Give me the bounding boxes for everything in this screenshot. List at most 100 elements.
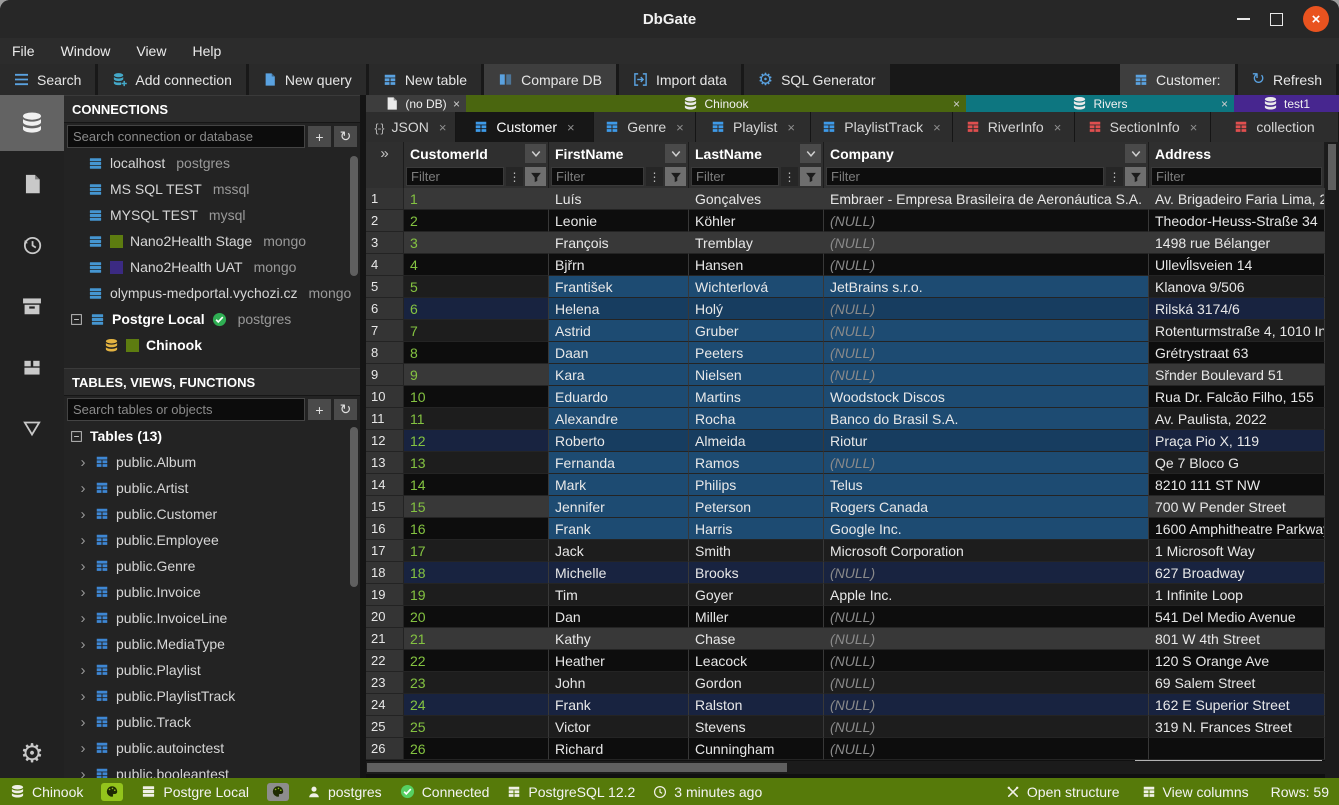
cell-company[interactable]: (NULL) — [824, 650, 1149, 672]
row-number[interactable]: 15 — [366, 496, 404, 518]
row-number[interactable]: 2 — [366, 210, 404, 232]
cell-customerid[interactable]: 18 — [404, 562, 549, 584]
table-item[interactable]: ›public.Album — [64, 449, 360, 475]
column-header-customerid[interactable]: CustomerId — [404, 142, 549, 165]
cell-address[interactable]: 541 Del Medio Avenue — [1149, 606, 1325, 628]
filter-input-address[interactable] — [1151, 167, 1322, 186]
status-item-postgresql-12-2[interactable]: PostgreSQL 12.2 — [507, 784, 635, 800]
cell-address[interactable]: Rua Dr. Falcăo Filho, 155 — [1149, 386, 1325, 408]
cell-company[interactable]: (NULL) — [824, 738, 1149, 760]
row-number[interactable]: 25 — [366, 716, 404, 738]
close-icon[interactable]: × — [567, 120, 575, 135]
cell-lastname[interactable]: Harris — [689, 518, 824, 540]
table-item[interactable]: ›public.Artist — [64, 475, 360, 501]
row-number[interactable]: 12 — [366, 430, 404, 452]
cell-company[interactable]: (NULL) — [824, 628, 1149, 650]
cell-customerid[interactable]: 24 — [404, 694, 549, 716]
tab-group-test1[interactable]: test1 — [1234, 95, 1339, 112]
cell-lastname[interactable]: Hansen — [689, 254, 824, 276]
cell-lastname[interactable]: Peeters — [689, 342, 824, 364]
toolbar-button-search[interactable]: Search — [0, 64, 95, 95]
cell-lastname[interactable]: Smith — [689, 540, 824, 562]
sidebar-item-settings[interactable]: ⚙ — [0, 725, 64, 781]
chevron-right-icon[interactable]: › — [78, 740, 88, 757]
cell-firstname[interactable]: Alexandre — [549, 408, 689, 430]
cell-company[interactable]: (NULL) — [824, 364, 1149, 386]
table-item[interactable]: ›public.autoinctest — [64, 735, 360, 761]
toolbar-button-add-connection[interactable]: Add connection — [98, 64, 246, 95]
cell-lastname[interactable]: Chase — [689, 628, 824, 650]
add-connection-icon-button[interactable]: + — [308, 126, 331, 147]
cell-customerid[interactable]: 3 — [404, 232, 549, 254]
row-number[interactable]: 8 — [366, 342, 404, 364]
cell-company[interactable]: Rogers Canada — [824, 496, 1149, 518]
chevron-right-icon[interactable]: › — [78, 766, 88, 779]
row-number[interactable]: 1 — [366, 188, 404, 210]
status-item-badge[interactable] — [101, 783, 123, 801]
cell-lastname[interactable]: Gonçalves — [689, 188, 824, 210]
toolbar-button-refresh[interactable]: ↻Refresh — [1238, 64, 1336, 95]
table-item[interactable]: ›public.Employee — [64, 527, 360, 553]
close-icon[interactable]: × — [1221, 97, 1228, 111]
cell-firstname[interactable]: Jennifer — [549, 496, 689, 518]
cell-customerid[interactable]: 12 — [404, 430, 549, 452]
cell-firstname[interactable]: Leonie — [549, 210, 689, 232]
filter-funnel-button[interactable] — [525, 167, 546, 186]
cell-address[interactable] — [1149, 738, 1325, 760]
sidebar-item-archive[interactable] — [0, 278, 64, 334]
cell-firstname[interactable]: Roberto — [549, 430, 689, 452]
filter-menu-button[interactable]: ⋮ — [646, 167, 663, 186]
row-number[interactable]: 6 — [366, 298, 404, 320]
status-item-chinook[interactable]: Chinook — [10, 784, 83, 800]
cell-lastname[interactable]: Goyer — [689, 584, 824, 606]
cell-customerid[interactable]: 20 — [404, 606, 549, 628]
cell-company[interactable]: Banco do Brasil S.A. — [824, 408, 1149, 430]
cell-firstname[interactable]: Mark — [549, 474, 689, 496]
cell-firstname[interactable]: Michelle — [549, 562, 689, 584]
cell-lastname[interactable]: Martins — [689, 386, 824, 408]
cell-customerid[interactable]: 7 — [404, 320, 549, 342]
cell-lastname[interactable]: Nielsen — [689, 364, 824, 386]
cell-firstname[interactable]: Eduardo — [549, 386, 689, 408]
cell-firstname[interactable]: Tim — [549, 584, 689, 606]
cell-firstname[interactable]: Kara — [549, 364, 689, 386]
chevron-right-icon[interactable]: › — [78, 584, 88, 601]
status-item-3-minutes-ago[interactable]: 3 minutes ago — [653, 784, 762, 800]
cell-customerid[interactable]: 13 — [404, 452, 549, 474]
cell-customerid[interactable]: 15 — [404, 496, 549, 518]
cell-customerid[interactable]: 17 — [404, 540, 549, 562]
tab-riverinfo[interactable]: RiverInfo× — [953, 112, 1075, 142]
cell-customerid[interactable]: 4 — [404, 254, 549, 276]
sidebar-item-connections[interactable] — [0, 95, 64, 151]
cell-firstname[interactable]: François — [549, 232, 689, 254]
cell-customerid[interactable]: 14 — [404, 474, 549, 496]
cell-lastname[interactable]: Stevens — [689, 716, 824, 738]
cell-company[interactable]: (NULL) — [824, 254, 1149, 276]
tab-group--no-DB-[interactable]: (no DB)× — [366, 95, 466, 112]
cell-firstname[interactable]: Frank — [549, 694, 689, 716]
cell-lastname[interactable]: Miller — [689, 606, 824, 628]
cell-customerid[interactable]: 25 — [404, 716, 549, 738]
tab-group-Chinook[interactable]: Chinook× — [466, 95, 966, 112]
cell-company[interactable]: Google Inc. — [824, 518, 1149, 540]
cell-company[interactable]: (NULL) — [824, 210, 1149, 232]
refresh-connections-button[interactable]: ↻ — [334, 126, 357, 147]
connection-item[interactable]: olympus-medportal.vychozi.czmongo — [64, 280, 360, 306]
cell-firstname[interactable]: Kathy — [549, 628, 689, 650]
cell-firstname[interactable]: Helena — [549, 298, 689, 320]
column-dropdown-button[interactable] — [525, 144, 546, 163]
table-item[interactable]: ›public.Playlist — [64, 657, 360, 683]
cell-lastname[interactable]: Cunningham — [689, 738, 824, 760]
cell-address[interactable]: Rotenturmstraße 4, 1010 Innere Stadt — [1149, 320, 1325, 342]
cell-company[interactable]: (NULL) — [824, 562, 1149, 584]
row-number[interactable]: 7 — [366, 320, 404, 342]
row-number[interactable]: 9 — [366, 364, 404, 386]
chevron-right-icon[interactable]: › — [78, 610, 88, 627]
row-number[interactable]: 11 — [366, 408, 404, 430]
cell-customerid[interactable]: 26 — [404, 738, 549, 760]
cell-firstname[interactable]: Victor — [549, 716, 689, 738]
cell-company[interactable]: (NULL) — [824, 694, 1149, 716]
connection-item[interactable]: Nano2Health UATmongo — [64, 254, 360, 280]
cell-firstname[interactable]: Heather — [549, 650, 689, 672]
row-number[interactable]: 13 — [366, 452, 404, 474]
